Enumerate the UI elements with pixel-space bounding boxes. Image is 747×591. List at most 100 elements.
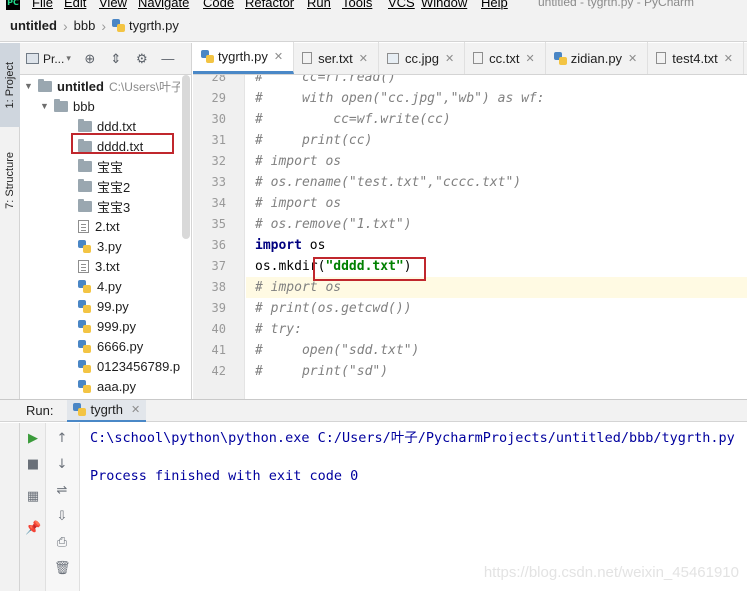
close-icon[interactable]: ✕ bbox=[274, 50, 283, 63]
run-tab-tygrth[interactable]: tygrth ✕ bbox=[67, 399, 147, 422]
tree-item[interactable]: 宝宝3 bbox=[78, 196, 130, 216]
dropdown-arrow-icon[interactable]: ▾ bbox=[66, 53, 71, 64]
stop-icon[interactable]: ■ bbox=[25, 457, 41, 473]
tab-tygrth-py[interactable]: tygrth.py ✕ bbox=[193, 42, 295, 74]
tree-item-label: 2.txt bbox=[95, 218, 120, 234]
menu-code[interactable]: Code bbox=[203, 0, 234, 10]
code-line[interactable]: # try: bbox=[246, 319, 747, 340]
menu-refactor[interactable]: Refactor bbox=[245, 0, 294, 10]
menu-file[interactable]: File bbox=[32, 0, 53, 10]
code-line[interactable]: # os.remove("1.txt") bbox=[246, 214, 747, 235]
breadcrumb-file-label: tygrth.py bbox=[128, 18, 179, 33]
menu-tools[interactable]: Tools bbox=[342, 0, 372, 10]
tree-item[interactable]: 3.txt bbox=[78, 256, 120, 276]
scroll-to-end-icon[interactable]: ⇩ bbox=[54, 509, 70, 525]
tree-item-label: bbb bbox=[73, 98, 95, 114]
tree-item[interactable]: 0123456789.py bbox=[78, 356, 180, 376]
expand-arrow-icon[interactable]: ▼ bbox=[40, 101, 50, 111]
tree-item-root[interactable]: ▼ untitled C:\Users\叶子 bbox=[24, 76, 180, 96]
tree-root-label: untitled bbox=[57, 78, 104, 94]
code-line[interactable]: # print("sd") bbox=[246, 361, 747, 382]
folder-icon bbox=[54, 98, 68, 112]
close-icon[interactable]: ✕ bbox=[628, 52, 637, 65]
chevron-right-icon: › bbox=[101, 17, 106, 34]
code-line[interactable]: # print(os.getcwd()) bbox=[246, 298, 747, 319]
python-file-icon bbox=[111, 19, 125, 32]
line-number: 37 bbox=[211, 259, 226, 273]
layout-icon[interactable]: ▦ bbox=[25, 489, 41, 505]
code-line[interactable]: import os bbox=[246, 235, 747, 256]
tree-item[interactable]: 宝宝 bbox=[78, 156, 123, 176]
project-view-selector[interactable]: Pr... bbox=[43, 52, 64, 66]
highlight-box-dddd-txt bbox=[71, 133, 174, 154]
python-file-icon bbox=[78, 239, 91, 253]
code-line[interactable]: # import os bbox=[246, 151, 747, 172]
folder-icon bbox=[78, 118, 92, 132]
collapse-all-icon[interactable]: ⇕ bbox=[109, 51, 123, 66]
line-number: 32 bbox=[211, 154, 226, 168]
close-icon[interactable]: ✕ bbox=[445, 52, 454, 65]
menu-edit[interactable]: Edit bbox=[64, 0, 86, 10]
tree-item[interactable]: 3.py bbox=[78, 236, 122, 256]
tree-item-bbb[interactable]: ▼ bbb bbox=[40, 96, 95, 116]
folder-icon bbox=[78, 158, 92, 172]
rerun-icon[interactable]: ▶ bbox=[25, 431, 41, 447]
code-area[interactable]: # cc=rf.read() # with open("cc.jpg","wb"… bbox=[246, 75, 747, 399]
close-icon[interactable]: ✕ bbox=[131, 403, 140, 416]
arrow-up-icon[interactable]: ↑ bbox=[54, 431, 70, 447]
close-icon[interactable]: ✕ bbox=[359, 52, 368, 65]
menu-run[interactable]: Run bbox=[307, 0, 331, 10]
code-line[interactable]: # import os bbox=[246, 193, 747, 214]
code-line[interactable]: # open("sdd.txt") bbox=[246, 340, 747, 361]
tree-item-label: ddd.txt bbox=[97, 118, 137, 134]
close-icon[interactable]: ✕ bbox=[724, 52, 733, 65]
menu-view[interactable]: View bbox=[99, 0, 127, 10]
tree-item-label: 宝宝2 bbox=[97, 179, 131, 195]
soft-wrap-icon[interactable]: ⇌ bbox=[54, 483, 70, 499]
tree-item[interactable]: 2.txt bbox=[78, 216, 120, 236]
tree-item[interactable]: 999.py bbox=[78, 316, 136, 336]
tab-ser-txt[interactable]: ser.txt ✕ bbox=[294, 42, 379, 74]
tree-item[interactable]: 99.py bbox=[78, 296, 129, 316]
expand-arrow-icon[interactable]: ▼ bbox=[24, 81, 34, 91]
menu-vcs[interactable]: VCS bbox=[388, 0, 415, 10]
console-line: C:\school\python\python.exe C:/Users/叶子/… bbox=[90, 430, 735, 446]
menu-navigate[interactable]: Navigate bbox=[138, 0, 189, 10]
print-icon[interactable]: ⎙ bbox=[54, 535, 70, 551]
folder-icon bbox=[78, 178, 92, 192]
python-file-icon bbox=[78, 319, 91, 333]
tree-item[interactable]: 6666.py bbox=[78, 336, 143, 356]
pin-icon[interactable]: 📌 bbox=[25, 521, 41, 537]
tab-cc-txt[interactable]: cc.txt ✕ bbox=[465, 42, 546, 74]
code-comment: # open("sdd.txt") bbox=[255, 343, 420, 358]
close-icon[interactable]: ✕ bbox=[526, 52, 535, 65]
menu-window[interactable]: Window bbox=[421, 0, 467, 10]
menu-help[interactable]: Help bbox=[481, 0, 508, 10]
breadcrumb-folder[interactable]: bbb bbox=[74, 18, 96, 33]
tree-scrollbar[interactable] bbox=[182, 75, 190, 239]
tree-item[interactable]: 4.py bbox=[78, 276, 122, 296]
locate-file-icon[interactable]: ⊕ bbox=[83, 51, 97, 66]
tree-item[interactable]: aaa.py bbox=[78, 376, 136, 396]
breadcrumb-project[interactable]: untitled bbox=[10, 18, 57, 33]
tab-test4-txt[interactable]: test4.txt ✕ bbox=[648, 42, 745, 74]
breadcrumb-file[interactable]: tygrth.py bbox=[111, 18, 179, 33]
tree-item[interactable]: 宝宝2 bbox=[78, 176, 130, 196]
editor: tygrth.py ✕ ser.txt ✕ cc.jpg ✕ cc.txt ✕ … bbox=[193, 42, 747, 399]
arrow-down-icon[interactable]: ↓ bbox=[54, 457, 70, 473]
minimize-icon[interactable]: — bbox=[161, 51, 175, 66]
editor-tabs: tygrth.py ✕ ser.txt ✕ cc.jpg ✕ cc.txt ✕ … bbox=[193, 42, 747, 75]
trash-icon[interactable]: 🗑 bbox=[54, 561, 71, 577]
code-line[interactable]: # os.rename("test.txt","cccc.txt") bbox=[246, 172, 747, 193]
code-comment: # print(os.getcwd()) bbox=[255, 301, 412, 316]
tree-item-label: 3.txt bbox=[95, 258, 120, 274]
code-line[interactable]: # with open("cc.jpg","wb") as wf: bbox=[246, 88, 747, 109]
tool-tab-structure[interactable]: 7: Structure bbox=[0, 135, 20, 225]
code-line[interactable]: # cc=rf.read() bbox=[246, 75, 747, 88]
gear-icon[interactable]: ⚙ bbox=[135, 51, 149, 66]
code-line[interactable]: # print(cc) bbox=[246, 130, 747, 151]
tool-tab-project[interactable]: 1: Project bbox=[0, 43, 20, 127]
code-line[interactable]: # cc=wf.write(cc) bbox=[246, 109, 747, 130]
tab-zidian-py[interactable]: zidian.py ✕ bbox=[546, 42, 649, 74]
tab-cc-jpg[interactable]: cc.jpg ✕ bbox=[379, 42, 466, 74]
